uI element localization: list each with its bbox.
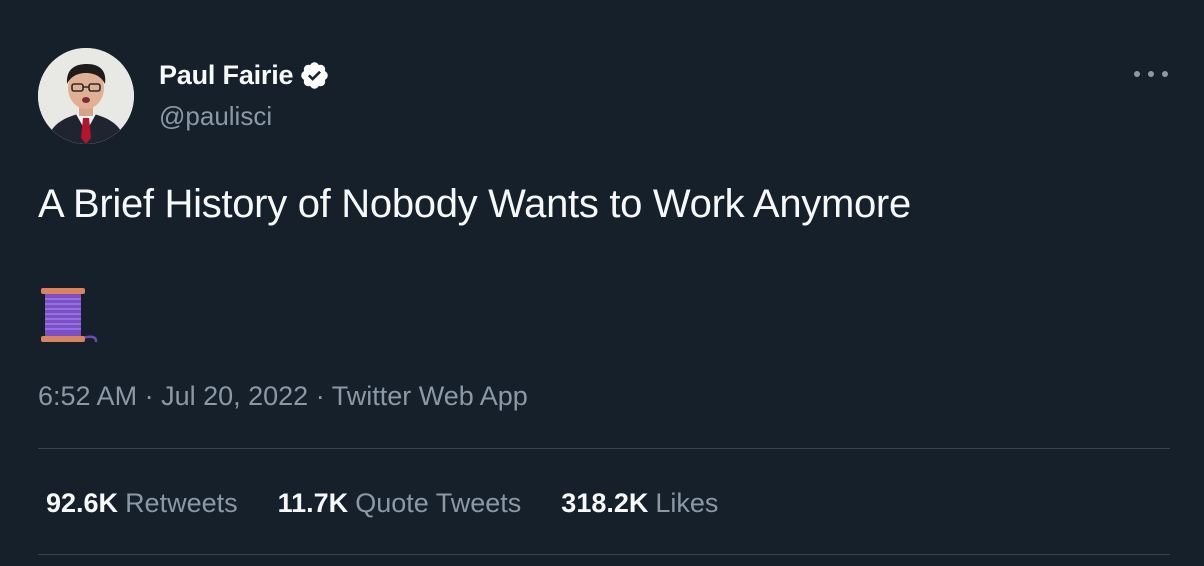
engagement-stats: 92.6K Retweets 11.7K Quote Tweets 318.2K Li… (46, 484, 758, 522)
author-display-name[interactable]: Paul Fairie (159, 57, 294, 93)
meta-separator: · (144, 381, 162, 411)
avatar[interactable] (38, 48, 134, 144)
tweet-metadata: 6:52 AM · Jul 20, 2022 · Twitter Web App (38, 378, 528, 414)
thread-spool-emoji-icon (38, 286, 98, 346)
verified-badge-icon (299, 60, 330, 91)
author-name-row[interactable]: Paul Fairie (159, 57, 330, 93)
tweet-date-link[interactable]: Jul 20, 2022 (161, 381, 308, 411)
tweet-source-link[interactable]: Twitter Web App (332, 381, 528, 411)
tweet-time-link[interactable]: 6:52 AM (38, 381, 137, 411)
quote-tweets-stat[interactable]: 11.7K Quote Tweets (278, 484, 522, 522)
divider (38, 554, 1170, 555)
more-dot-icon (1134, 71, 1140, 77)
retweets-count: 92.6K (46, 488, 119, 518)
tweet-text: A Brief History of Nobody Wants to Work … (38, 182, 911, 226)
more-dot-icon (1148, 71, 1154, 77)
profile-photo-icon (38, 48, 134, 144)
more-options-icon[interactable] (1134, 64, 1168, 84)
retweets-label: Retweets (125, 488, 238, 518)
more-dot-icon (1162, 71, 1168, 77)
tweet-card: Paul Fairie @paulisci A Brief History of… (0, 0, 1204, 566)
divider (38, 448, 1170, 449)
likes-label: Likes (655, 488, 719, 518)
retweets-stat[interactable]: 92.6K Retweets (46, 484, 238, 522)
quote-tweets-count: 11.7K (277, 488, 349, 518)
meta-separator: · (315, 381, 332, 411)
likes-stat[interactable]: 318.2K Likes (561, 484, 718, 522)
author-handle[interactable]: @paulisci (159, 100, 272, 132)
likes-count: 318.2K (561, 488, 649, 518)
quote-tweets-label: Quote Tweets (355, 488, 522, 518)
